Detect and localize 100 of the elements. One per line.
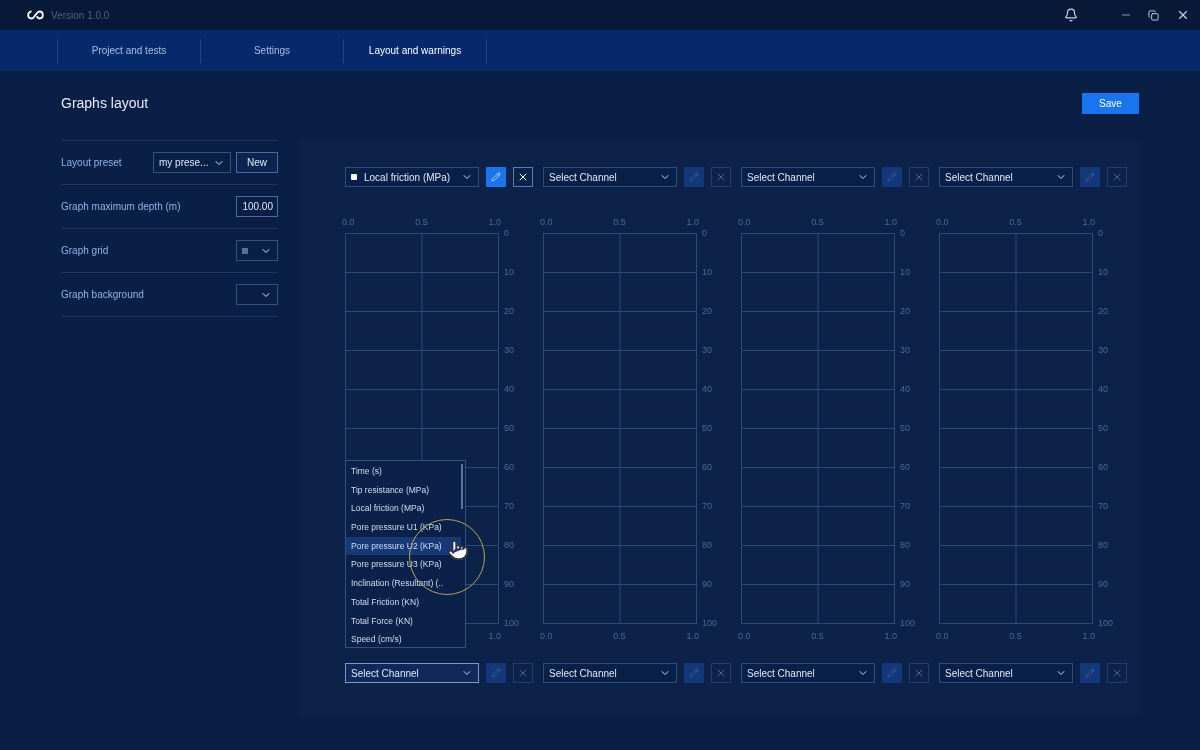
nav-tab[interactable]: Layout and warnings xyxy=(344,38,487,63)
y-axis-label: 100 xyxy=(504,617,520,629)
setting-label: Layout preset xyxy=(61,156,122,170)
y-axis-label: 20 xyxy=(900,305,910,317)
close-icon xyxy=(1111,171,1123,183)
x-axis-label: 1.0 xyxy=(884,216,897,228)
pencil-icon xyxy=(491,172,501,182)
scrollbar[interactable] xyxy=(461,464,463,509)
y-axis-label: 20 xyxy=(504,305,514,317)
y-axis-label: 40 xyxy=(1098,383,1108,395)
x-axis-label: 0.5 xyxy=(613,216,626,228)
x-axis-label: 0.5 xyxy=(811,630,824,642)
y-axis-label: 90 xyxy=(504,578,514,590)
pencil-icon xyxy=(1085,668,1095,678)
close-icon xyxy=(715,171,727,183)
menu-item[interactable]: Pore pressure U1 (KPa) xyxy=(346,518,461,537)
notification-bell-icon[interactable] xyxy=(1064,8,1078,22)
channel-select[interactable]: Select Channel xyxy=(741,663,875,683)
y-axis-label: 0 xyxy=(1098,227,1103,239)
y-axis-label: 90 xyxy=(702,578,712,590)
color-select[interactable] xyxy=(236,284,278,305)
x-axis-label: 0.0 xyxy=(342,216,355,228)
depth-input[interactable]: 100.00 xyxy=(236,196,278,217)
menu-item[interactable]: Local friction (MPa) xyxy=(346,499,461,519)
y-axis-label: 50 xyxy=(702,422,712,434)
y-axis-label: 100 xyxy=(900,617,916,629)
x-axis-label: 0.0 xyxy=(936,216,949,228)
pencil-icon xyxy=(689,172,699,182)
y-axis-label: 70 xyxy=(504,500,514,512)
logo-icon xyxy=(27,10,44,20)
y-axis-label: 10 xyxy=(504,266,514,278)
new-button[interactable]: New xyxy=(236,152,278,173)
y-axis-label: 80 xyxy=(1098,539,1108,551)
y-axis-label: 100 xyxy=(702,617,718,629)
close-icon xyxy=(517,171,529,183)
y-axis-label: 20 xyxy=(702,305,712,317)
channel-select[interactable]: Select Channel xyxy=(345,663,479,683)
y-axis-label: 0 xyxy=(504,227,509,239)
y-axis-label: 50 xyxy=(1098,422,1108,434)
y-axis-label: 10 xyxy=(702,266,712,278)
y-axis-label: 20 xyxy=(1098,305,1108,317)
channel-select[interactable]: Select Channel xyxy=(939,663,1073,683)
menu-item[interactable]: Speed (cm/s) xyxy=(346,630,461,649)
y-axis-label: 0 xyxy=(900,227,905,239)
nav-tab[interactable]: Settings xyxy=(201,38,344,63)
x-axis-label: 1.0 xyxy=(1082,216,1095,228)
menu-item[interactable]: Tip resistance (MPa) xyxy=(346,480,461,500)
edit-button[interactable] xyxy=(486,167,506,187)
close-icon xyxy=(1111,667,1123,679)
y-axis-label: 90 xyxy=(1098,578,1108,590)
y-axis-label: 10 xyxy=(900,266,910,278)
y-axis-label: 70 xyxy=(900,500,910,512)
y-axis-label: 60 xyxy=(504,461,514,473)
y-axis-label: 80 xyxy=(900,539,910,551)
close-icon xyxy=(715,667,727,679)
y-axis-label: 70 xyxy=(702,500,712,512)
y-axis-label: 80 xyxy=(504,539,514,551)
x-axis-label: 1.0 xyxy=(488,216,501,228)
x-axis-label: 0.0 xyxy=(936,630,949,642)
y-axis-label: 100 xyxy=(1098,617,1114,629)
y-axis-label: 40 xyxy=(900,383,910,395)
setting-label: Graph background xyxy=(61,288,144,302)
x-axis-label: 0.5 xyxy=(811,216,824,228)
x-axis-label: 0.5 xyxy=(415,216,428,228)
channel-select[interactable]: Local friction (MPa) xyxy=(345,167,479,187)
y-axis-label: 40 xyxy=(702,383,712,395)
setting-label: Graph maximum depth (m) xyxy=(61,200,181,214)
menu-item[interactable]: Time (s) xyxy=(346,462,461,481)
menu-item[interactable]: Total Force (KN) xyxy=(346,611,461,631)
x-axis-label: 0.5 xyxy=(1009,216,1022,228)
x-axis-label: 0.0 xyxy=(738,630,751,642)
close-icon xyxy=(517,667,529,679)
x-axis-label: 1.0 xyxy=(686,216,699,228)
x-axis-label: 1.0 xyxy=(884,630,897,642)
color-select[interactable] xyxy=(236,240,278,261)
y-axis-label: 50 xyxy=(900,422,910,434)
y-axis-label: 90 xyxy=(900,578,910,590)
save-button[interactable]: Save xyxy=(1082,92,1139,114)
y-axis-label: 80 xyxy=(702,539,712,551)
channel-select[interactable]: Select Channel xyxy=(939,167,1073,187)
menu-item[interactable]: Total Friction (KN) xyxy=(346,592,461,612)
x-axis-label: 1.0 xyxy=(686,630,699,642)
close-icon[interactable] xyxy=(1176,8,1190,22)
preset-select[interactable]: my prese... xyxy=(153,152,231,173)
y-axis-label: 70 xyxy=(1098,500,1108,512)
menu-item[interactable]: Pore pressure U2 (KPa) xyxy=(346,536,461,556)
version-label: Version 1.0.0 xyxy=(51,8,110,23)
y-axis-label: 0 xyxy=(702,227,707,239)
channel-select[interactable]: Select Channel xyxy=(543,167,677,187)
channel-select[interactable]: Select Channel xyxy=(741,167,875,187)
channel-select[interactable]: Select Channel xyxy=(543,663,677,683)
close-icon xyxy=(913,667,925,679)
remove-button[interactable] xyxy=(513,167,533,187)
y-axis-label: 60 xyxy=(702,461,712,473)
menu-item[interactable]: Pore pressure U3 (KPa) xyxy=(346,555,461,575)
nav-tab[interactable]: Project and tests xyxy=(58,38,201,63)
x-axis-label: 0.5 xyxy=(1009,630,1022,642)
setting-label: Graph grid xyxy=(61,244,109,258)
restore-icon[interactable] xyxy=(1148,9,1159,21)
pencil-icon xyxy=(887,172,897,182)
